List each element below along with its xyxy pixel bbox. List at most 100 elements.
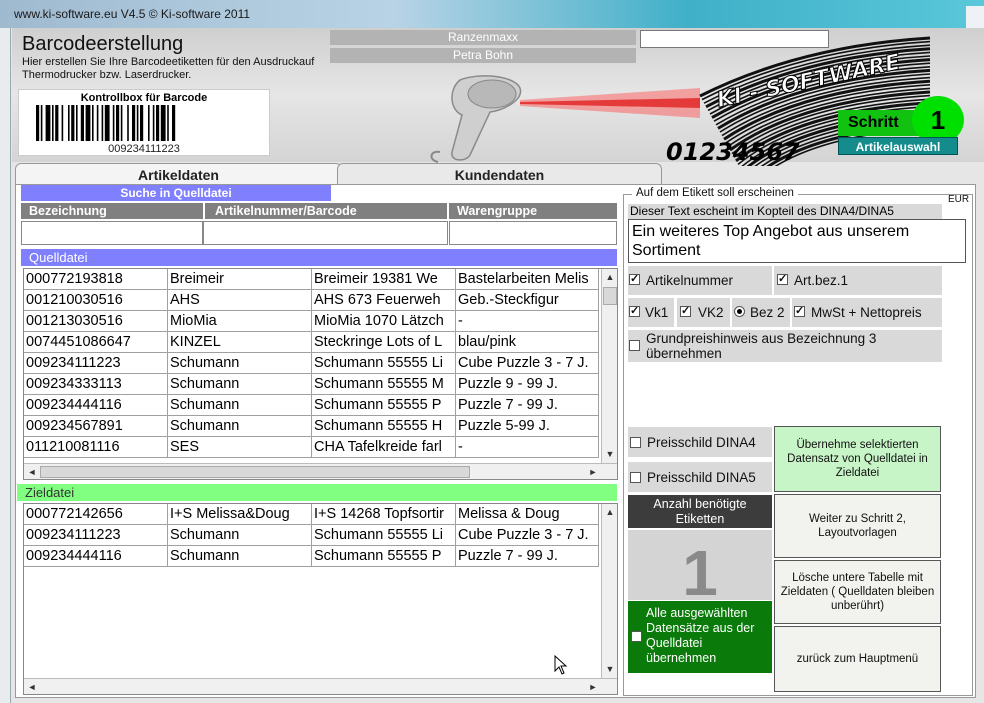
table-cell: Schumann 55555 P [312,395,456,416]
table-row[interactable]: 0074451086647 KINZEL Steckringe Lots of Lb… [24,332,601,353]
checkbox-checked-icon[interactable]: ✓ [794,306,805,317]
option-artbez1[interactable]: ✓ Art.bez.1 [774,266,942,295]
scroll-right-icon[interactable]: ► [586,680,600,694]
transfer-record-button[interactable]: Übernehme selektierten Datensatz von Que… [774,426,941,492]
logo-digits: 01234567 [666,138,800,166]
scroll-up-icon[interactable]: ▲ [603,270,617,284]
table-cell: Schumann 55555 Li [312,525,456,546]
target-table[interactable]: 000772142656 I+S Melissa&Doug I+S 14268 To… [23,503,618,695]
header-text-field[interactable]: Ein weiteres Top Angebot aus unserem Sor… [628,219,966,263]
table-row[interactable]: 001210030516 AHS AHS 673 Feuerweh Geb.-Stec… [24,290,601,311]
barcode-control-box-title: Kontrollbox für Barcode [80,92,208,104]
table-cell: SES [168,437,312,458]
table-cell: 009234333113 [24,374,168,395]
option-label: Art.bez.1 [794,273,849,288]
scroll-up-icon[interactable]: ▲ [603,505,617,519]
option-bez2[interactable]: Bez 2 [732,298,790,327]
checkbox-icon[interactable] [629,340,640,351]
step-name: Artikelauswahl [838,137,958,155]
table-row[interactable]: 009234567891 Schumann Schumann 55555 H Puzz… [24,416,601,437]
option-label: Alle ausgewählten Datensätze aus der Que… [646,606,755,665]
company-name: Ranzenmaxx [330,30,636,45]
option-vk2[interactable]: ✓ VK2 [677,298,730,327]
checkbox-checked-icon[interactable]: ✓ [777,274,788,285]
table-row[interactable]: 011210081116 SES CHA Tafelkreide farl - [24,437,601,458]
table-cell: 000772142656 [24,504,168,525]
option-vk1[interactable]: ✓ Vk1 [628,298,674,327]
scroll-left-icon[interactable]: ◄ [25,680,39,694]
option-artikelnummer[interactable]: ✓ Artikelnummer [628,266,772,295]
source-table[interactable]: 000772193818 Breimeir Breimeir 19381 We Bas… [23,268,618,480]
checkbox-checked-icon[interactable]: ✓ [629,274,640,285]
table-cell: Bastelarbeiten Melis [456,269,599,290]
barcode-number: 009234111223 [108,143,180,155]
window-control[interactable] [966,6,984,28]
scroll-thumb[interactable] [40,466,470,478]
table-row[interactable]: 009234444116 Schumann Schumann 55555 P Puzz… [24,395,601,416]
label-options-legend: Auf dem Etikett soll erscheinen [632,187,798,199]
table-cell: Puzzle 7 - 99 J. [456,395,599,416]
checkbox-icon[interactable] [631,631,642,642]
radio-selected-icon[interactable] [734,306,745,317]
tab-kundendaten[interactable]: Kundendaten [337,163,662,185]
checkbox-icon[interactable] [630,472,641,483]
scroll-down-icon[interactable]: ▼ [603,662,617,676]
checkbox-checked-icon[interactable]: ✓ [680,306,691,317]
target-horizontal-scrollbar[interactable]: ◄ ► [24,678,617,694]
scroll-down-icon[interactable]: ▼ [603,447,617,461]
table-cell: Geb.-Steckfigur [456,290,599,311]
scanner-icon [430,75,522,163]
table-row[interactable]: 000772142656 I+S Melissa&Doug I+S 14268 To… [24,504,601,525]
table-cell: 009234567891 [24,416,168,437]
table-cell: Schumann 55555 M [312,374,456,395]
option-mwst[interactable]: ✓ MwSt + Nettopreis [792,298,942,327]
main-menu-button[interactable]: zurück zum Hauptmenü [774,626,941,692]
source-vertical-scrollbar[interactable]: ▲ ▼ [601,269,617,463]
table-row[interactable]: 009234444116 Schumann Schumann 55555 P Puzz… [24,546,601,567]
clear-target-button[interactable]: Lösche untere Tabelle mit Zieldaten ( Qu… [774,560,941,624]
table-cell: Breimeir [168,269,312,290]
scroll-thumb[interactable] [603,287,617,305]
table-row[interactable]: 001213030516 MioMia MioMia 1070 Lätzch - [24,311,601,332]
label-count-value[interactable]: 1 [628,530,772,609]
table-cell: Schumann [168,353,312,374]
option-dina4[interactable]: Preisschild DINA4 [628,427,772,457]
barcode-image [36,105,176,141]
option-dina5[interactable]: Preisschild DINA5 [628,462,772,492]
table-row[interactable]: 009234111223 Schumann Schumann 55555 Li Cub… [24,353,601,374]
window-title: www.ki-software.eu V4.5 © Ki-software 20… [14,7,251,21]
search-input-bezeichnung[interactable] [21,221,203,245]
source-horizontal-scrollbar[interactable]: ◄ ► [24,463,617,479]
search-input-warengruppe[interactable] [449,221,617,245]
table-cell: Schumann 55555 P [312,546,456,567]
option-label: VK2 [698,305,724,320]
checkbox-checked-icon[interactable]: ✓ [629,306,640,317]
user-name: Petra Bohn [330,48,636,63]
page-subtitle: Hier erstellen Sie Ihre Barcodeetiketten… [22,56,315,81]
search-section-title: Suche in Quelldatei [21,185,331,201]
source-table-label: Quelldatei [21,249,617,266]
table-cell: 009234111223 [24,525,168,546]
header-text-hint: Dieser Text escheint im Kopteil des DINA… [628,204,942,219]
scroll-left-icon[interactable]: ◄ [25,465,39,479]
table-cell: Schumann [168,525,312,546]
window-titlebar: www.ki-software.eu V4.5 © Ki-software 20… [0,0,984,28]
table-cell: Cube Puzzle 3 - 7 J. [456,353,599,374]
tab-artikeldaten[interactable]: Artikeldaten [15,163,342,185]
checkbox-icon[interactable] [630,437,641,448]
target-vertical-scrollbar[interactable]: ▲ ▼ [601,504,617,678]
table-cell: MioMia 1070 Lätzch [312,311,456,332]
button-label: Übernehme selektierten Datensatz von Que… [787,439,928,479]
table-row[interactable]: 009234333113 Schumann Schumann 55555 M Puzz… [24,374,601,395]
option-label: Bez 2 [750,305,785,320]
option-select-all[interactable]: Alle ausgewählten Datensätze aus der Que… [628,601,772,673]
table-row[interactable]: 000772193818 Breimeir Breimeir 19381 We Bas… [24,269,601,290]
search-input-artikelnummer[interactable] [203,221,448,245]
option-grundpreis[interactable]: Grundpreishinweis aus Bezeichnung 3 über… [628,330,942,362]
table-cell: MioMia [168,311,312,332]
next-step-button[interactable]: Weiter zu Schritt 2, Layoutvorlagen [774,494,941,558]
table-cell: blau/pink [456,332,599,353]
scroll-right-icon[interactable]: ► [586,465,600,479]
table-cell: 009234444116 [24,395,168,416]
table-row[interactable]: 009234111223 Schumann Schumann 55555 Li Cub… [24,525,601,546]
